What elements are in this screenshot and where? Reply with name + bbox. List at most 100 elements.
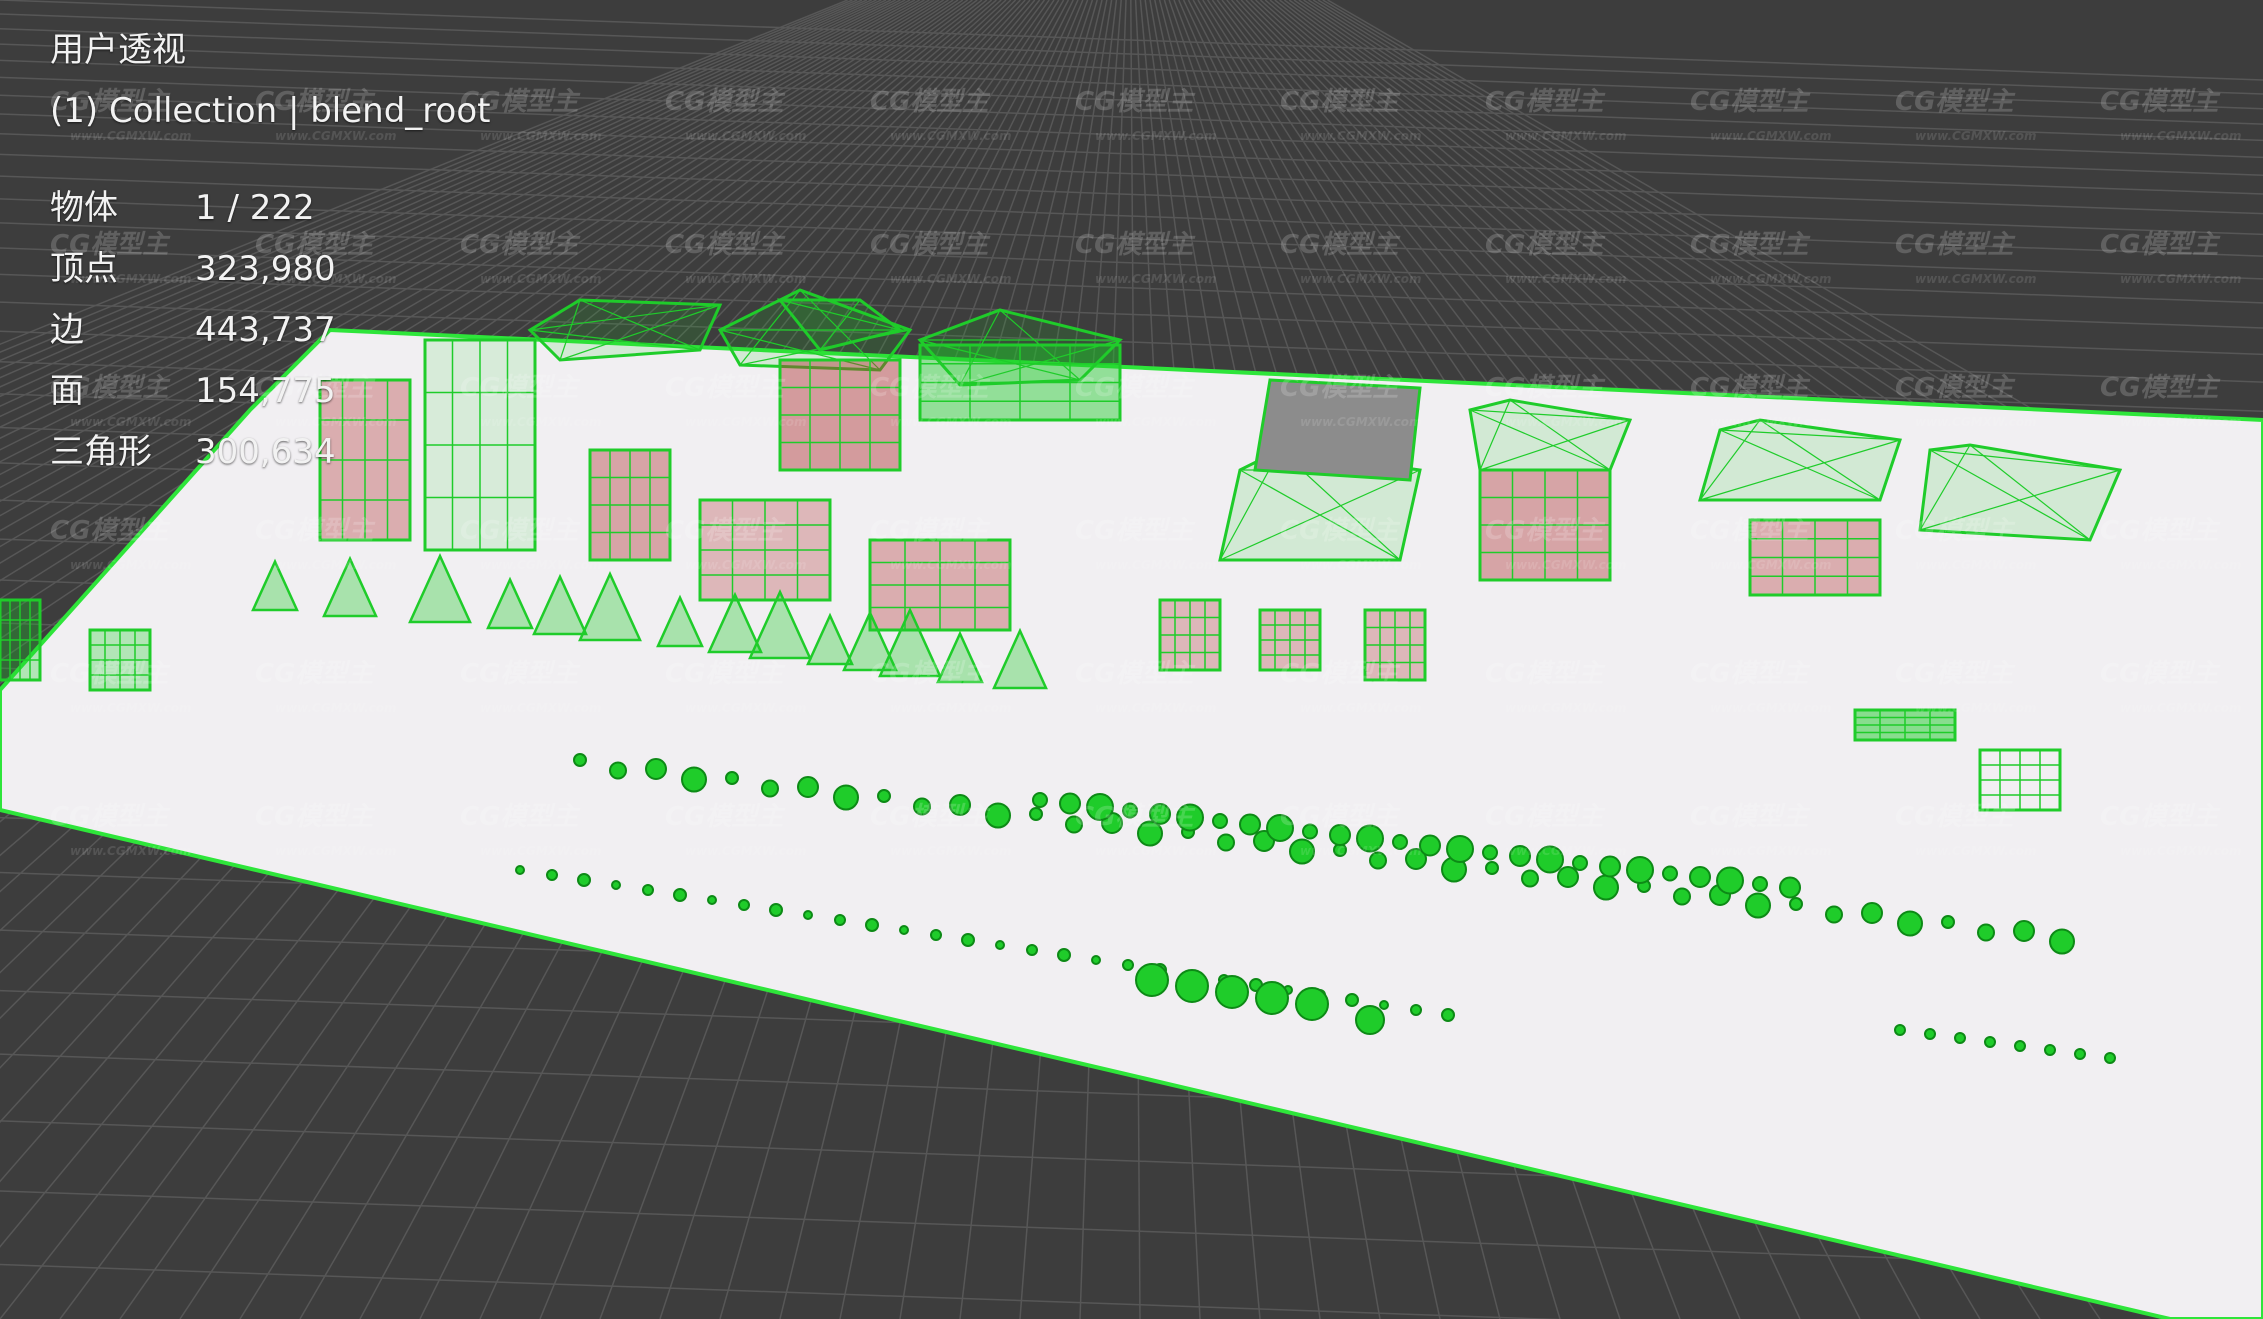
model-prop bbox=[2049, 928, 2075, 955]
model-prop bbox=[1789, 897, 1803, 911]
watermark-url: www.CGMXW.com bbox=[685, 844, 807, 858]
model-prop bbox=[803, 910, 813, 920]
stat-row-vertices: 顶点 323,980 bbox=[50, 239, 490, 300]
watermark-logo: CG模型主 bbox=[460, 802, 581, 832]
model-prop bbox=[725, 771, 739, 785]
model-prop bbox=[738, 899, 750, 911]
model-prop bbox=[1029, 807, 1043, 821]
stat-row-triangles: 三角形 300,634 bbox=[50, 422, 490, 483]
model-prop bbox=[1779, 876, 1801, 899]
watermark-url: www.CGMXW.com bbox=[685, 272, 807, 286]
watermark-logo: CG模型主 bbox=[1485, 802, 1606, 832]
stat-label: 边 bbox=[50, 310, 84, 350]
model-prop bbox=[834, 914, 846, 926]
watermark-url: www.CGMXW.com bbox=[1915, 415, 2037, 429]
watermark-url: www.CGMXW.com bbox=[1915, 701, 2037, 715]
model-prop bbox=[1091, 955, 1101, 965]
watermark-url: www.CGMXW.com bbox=[1505, 558, 1627, 572]
model-prop bbox=[1977, 923, 1995, 942]
watermark-logo: CG模型主 bbox=[255, 659, 376, 689]
model-prop bbox=[1485, 861, 1499, 875]
watermark-logo: CG模型主 bbox=[1690, 516, 1811, 546]
model-prop bbox=[1441, 1008, 1455, 1022]
model-prop bbox=[1239, 813, 1261, 836]
model-prop bbox=[577, 873, 591, 887]
watermark-logo: CG模型主 bbox=[1895, 230, 2016, 260]
watermark-logo: CG模型主 bbox=[2100, 516, 2221, 546]
watermark-url: www.CGMXW.com bbox=[685, 129, 807, 143]
watermark-logo: CG模型主 bbox=[1485, 230, 1606, 260]
watermark-url: www.CGMXW.com bbox=[1915, 272, 2037, 286]
viewport-info-overlay: 用户透视 (1) Collection | blend_root 物体 1 / … bbox=[50, 20, 490, 483]
watermark-logo: CG模型主 bbox=[1280, 87, 1401, 117]
watermark-logo: CG模型主 bbox=[665, 230, 786, 260]
watermark-logo: CG模型主 bbox=[870, 802, 991, 832]
watermark-logo: CG模型主 bbox=[1895, 87, 2016, 117]
watermark-logo: CG模型主 bbox=[1075, 516, 1196, 546]
3d-viewport[interactable]: CG模型主 www.CGMXW.com CG模型主 www.CGMXW.com CG模型… bbox=[0, 0, 2263, 1319]
model-arch bbox=[0, 598, 42, 682]
model-prop bbox=[1122, 959, 1134, 971]
model-prop bbox=[1175, 969, 1209, 1003]
watermark-logo: CG模型主 bbox=[1280, 373, 1401, 403]
watermark-logo: CG模型主 bbox=[1690, 373, 1811, 403]
watermark-logo: CG模型主 bbox=[665, 802, 786, 832]
stat-label: 物体 bbox=[50, 188, 118, 228]
model-prop bbox=[930, 929, 942, 941]
watermark-logo: CG模型主 bbox=[1280, 802, 1401, 832]
model-canopy bbox=[527, 298, 723, 362]
watermark-url: www.CGMXW.com bbox=[275, 558, 397, 572]
model-prop bbox=[2104, 1052, 2116, 1064]
watermark-url: www.CGMXW.com bbox=[1095, 701, 1217, 715]
model-prop bbox=[609, 761, 627, 780]
model-prop bbox=[707, 895, 717, 905]
watermark-url: www.CGMXW.com bbox=[1505, 129, 1627, 143]
watermark-url: www.CGMXW.com bbox=[1915, 558, 2037, 572]
model-prop bbox=[611, 880, 621, 890]
watermark-logo: CG模型主 bbox=[50, 802, 171, 832]
model-prop bbox=[1752, 876, 1768, 892]
model-prop bbox=[1215, 975, 1249, 1009]
watermark-logo: CG模型主 bbox=[870, 230, 991, 260]
stat-row-edges: 边 443,737 bbox=[50, 300, 490, 361]
model-prop bbox=[1557, 866, 1579, 888]
model-prop bbox=[1217, 833, 1235, 852]
watermark-url: www.CGMXW.com bbox=[480, 415, 602, 429]
model-prop bbox=[2014, 1040, 2026, 1052]
watermark-logo: CG模型主 bbox=[665, 516, 786, 546]
watermark-logo: CG模型主 bbox=[2100, 230, 2221, 260]
watermark-logo: CG模型主 bbox=[2100, 802, 2221, 832]
watermark-url: www.CGMXW.com bbox=[1710, 129, 1832, 143]
stat-value: 323,980 bbox=[195, 249, 336, 289]
watermark-logo: CG模型主 bbox=[50, 659, 171, 689]
model-prop bbox=[1032, 792, 1048, 808]
watermark-logo: CG模型主 bbox=[50, 516, 171, 546]
watermark-url: www.CGMXW.com bbox=[2120, 272, 2242, 286]
model-prop bbox=[985, 802, 1011, 829]
model-prop bbox=[2013, 920, 2035, 942]
watermark-logo: CG模型主 bbox=[460, 516, 581, 546]
stat-label: 顶点 bbox=[50, 249, 118, 289]
watermark-logo: CG模型主 bbox=[1895, 373, 2016, 403]
watermark-url: www.CGMXW.com bbox=[480, 701, 602, 715]
watermark-url: www.CGMXW.com bbox=[685, 415, 807, 429]
model-prop bbox=[2044, 1044, 2056, 1056]
model-prop bbox=[1379, 1000, 1389, 1010]
model-house bbox=[698, 498, 832, 602]
model-prop bbox=[961, 933, 975, 947]
model-prop bbox=[515, 865, 525, 875]
watermark-url: www.CGMXW.com bbox=[1300, 558, 1422, 572]
model-prop bbox=[681, 766, 707, 793]
watermark-url: www.CGMXW.com bbox=[1300, 272, 1422, 286]
watermark-logo: CG模型主 bbox=[1485, 87, 1606, 117]
model-prop bbox=[1212, 813, 1228, 829]
watermark-url: www.CGMXW.com bbox=[1915, 129, 2037, 143]
scene-statistics: 物体 1 / 222 顶点 323,980 边 443,737 面 154,77… bbox=[50, 178, 490, 483]
watermark-logo: CG模型主 bbox=[1280, 659, 1401, 689]
watermark-logo: CG模型主 bbox=[2100, 87, 2221, 117]
watermark-url: www.CGMXW.com bbox=[70, 558, 192, 572]
model-prop bbox=[1255, 981, 1289, 1015]
watermark-url: www.CGMXW.com bbox=[480, 558, 602, 572]
model-prop bbox=[642, 884, 654, 896]
model-prop bbox=[546, 869, 558, 881]
